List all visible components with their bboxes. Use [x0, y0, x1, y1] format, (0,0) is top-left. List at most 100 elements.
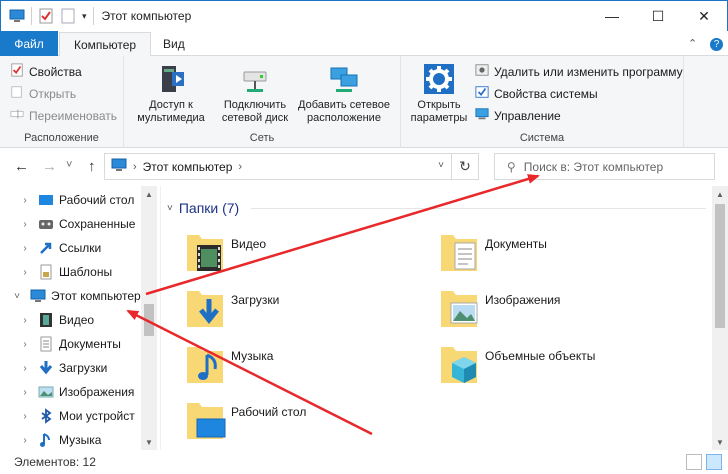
folder-tile-documents[interactable]: Документы — [439, 226, 679, 276]
scroll-down-icon[interactable]: ▼ — [712, 434, 728, 450]
folder-tile-desktop[interactable]: Рабочий стол — [185, 394, 425, 444]
manage-icon — [475, 107, 489, 124]
map-network-drive-button[interactable]: Подключить сетевой диск — [214, 62, 296, 125]
help-icon[interactable]: ? — [710, 38, 723, 51]
section-title: Папки (7) — [178, 200, 240, 216]
expand-icon[interactable]: › — [18, 243, 32, 254]
expand-icon[interactable]: › — [18, 387, 32, 398]
search-box[interactable]: ⚲ — [494, 153, 715, 180]
folder-tile-pictures[interactable]: Изображения — [439, 282, 679, 332]
nav-scrollbar[interactable]: ▲ ▼ — [141, 186, 157, 450]
up-button[interactable]: ↑ — [88, 158, 96, 175]
links-icon — [38, 240, 54, 256]
tab-file[interactable]: Файл — [0, 31, 58, 56]
collapse-icon[interactable]: ˅ — [10, 291, 24, 302]
folder-tile-video[interactable]: Видео — [185, 226, 425, 276]
group-label-location: Расположение — [24, 132, 99, 144]
forward-button[interactable]: → — [42, 158, 57, 175]
ribbon-collapse-button[interactable]: ⌃ — [688, 37, 697, 50]
expand-icon[interactable]: › — [18, 339, 32, 350]
saved-games-icon — [38, 216, 54, 232]
maximize-button[interactable]: ☐ — [635, 1, 681, 31]
breadcrumb-this-pc[interactable]: Этот компьютер — [143, 160, 233, 174]
3d-objects-folder-icon — [439, 339, 481, 387]
minimize-button[interactable]: — — [589, 1, 635, 31]
expand-icon[interactable]: › — [18, 435, 32, 446]
folder-name: Объемные объекты — [485, 349, 596, 363]
close-button[interactable]: ✕ — [681, 1, 727, 31]
scroll-up-icon[interactable]: ▲ — [712, 186, 728, 202]
content-scrollbar[interactable]: ▲ ▼ — [712, 186, 728, 450]
scroll-thumb[interactable] — [715, 204, 725, 328]
details-view-button[interactable] — [686, 454, 702, 470]
nav-item-documents[interactable]: › Документы — [0, 333, 141, 355]
open-button[interactable]: Открыть — [10, 85, 76, 102]
address-bar[interactable]: › Этот компьютер › ˅ ↻ — [104, 153, 479, 180]
open-settings-button[interactable]: Открыть параметры — [407, 62, 471, 125]
open-icon — [10, 85, 24, 102]
tiles-view-button[interactable] — [706, 454, 722, 470]
section-header-folders[interactable]: ˅ Папки (7) — [167, 200, 239, 216]
new-folder-icon[interactable] — [60, 8, 76, 24]
properties-check-icon[interactable] — [38, 8, 54, 24]
section-collapse-icon[interactable]: ˅ — [167, 203, 173, 214]
expand-icon[interactable]: › — [18, 411, 32, 422]
documents-icon — [38, 336, 54, 352]
expand-icon[interactable]: › — [18, 267, 32, 278]
refresh-button[interactable]: ↻ — [451, 154, 478, 179]
ribbon-group-system: Открыть параметры Удалить или изменить п… — [401, 56, 684, 148]
ribbon-group-location: Свойства Открыть Переименовать Расположе… — [0, 56, 124, 148]
nav-item-music[interactable]: › Музыка — [0, 429, 141, 451]
tab-view[interactable]: Вид — [149, 32, 199, 56]
nav-item-this-pc[interactable]: ˅ Этот компьютер — [0, 285, 141, 307]
system-properties-button[interactable]: Свойства системы — [475, 85, 598, 102]
media-access-button[interactable]: Доступ к мультимедиа — [130, 62, 212, 125]
breadcrumb-chevron-icon[interactable]: › — [238, 161, 242, 173]
scroll-down-icon[interactable]: ▼ — [141, 434, 157, 450]
pictures-folder-icon — [439, 283, 481, 331]
manage-button[interactable]: Управление — [475, 107, 561, 124]
expand-icon[interactable]: › — [18, 315, 32, 326]
map-drive-label-2: сетевой диск — [221, 112, 289, 124]
properties-button[interactable]: Свойства — [10, 63, 82, 80]
recent-locations-button[interactable]: ˅ — [66, 159, 72, 171]
add-network-location-button[interactable]: Добавить сетевое расположение — [296, 62, 392, 125]
rename-icon — [10, 107, 24, 124]
computer-icon[interactable] — [9, 8, 25, 24]
window-controls: — ☐ ✕ — [589, 1, 727, 31]
nav-item-desktop[interactable]: › Рабочий стол — [0, 189, 141, 211]
folder-tile-3d-objects[interactable]: Объемные объекты — [439, 338, 679, 388]
properties-label: Свойства — [29, 64, 82, 79]
media-access-label-2: мультимедиа — [137, 112, 205, 124]
nav-item-my-devices[interactable]: › Мои устройст — [0, 405, 141, 427]
expand-icon[interactable]: › — [18, 219, 32, 230]
nav-item-pictures[interactable]: › Изображения — [0, 381, 141, 403]
quick-access-dropdown-icon[interactable]: ▾ — [82, 11, 87, 22]
folder-tile-downloads[interactable]: Загрузки — [185, 282, 425, 332]
address-dropdown-icon[interactable]: ˅ — [438, 160, 444, 171]
media-access-label-1: Доступ к — [149, 99, 193, 111]
nav-item-video[interactable]: › Видео — [0, 309, 141, 331]
nav-item-links[interactable]: › Ссылки — [0, 237, 141, 259]
rename-label: Переименовать — [29, 108, 117, 123]
pictures-icon — [38, 384, 54, 400]
rename-button[interactable]: Переименовать — [10, 107, 117, 124]
status-bar: Элементов: 12 — [0, 450, 728, 474]
expand-icon[interactable]: › — [18, 363, 32, 374]
scroll-thumb[interactable] — [144, 304, 154, 336]
nav-item-downloads[interactable]: › Загрузки — [0, 357, 141, 379]
breadcrumb-chevron-icon[interactable]: › — [133, 161, 137, 173]
tab-computer[interactable]: Компьютер — [59, 32, 152, 57]
expand-icon[interactable]: › — [18, 195, 32, 206]
nav-item-templates[interactable]: › Шаблоны — [0, 261, 141, 283]
nav-label: Музыка — [59, 433, 102, 447]
scroll-up-icon[interactable]: ▲ — [141, 186, 157, 202]
computer-icon — [111, 157, 127, 176]
search-icon: ⚲ — [507, 159, 516, 174]
back-button[interactable]: ← — [14, 158, 29, 175]
search-input[interactable] — [523, 159, 704, 174]
folder-tile-music[interactable]: Музыка — [185, 338, 425, 388]
nav-item-saved-games[interactable]: › Сохраненные — [0, 213, 141, 235]
nav-label: Мои устройст — [59, 409, 135, 423]
uninstall-program-button[interactable]: Удалить или изменить программу — [475, 63, 683, 80]
